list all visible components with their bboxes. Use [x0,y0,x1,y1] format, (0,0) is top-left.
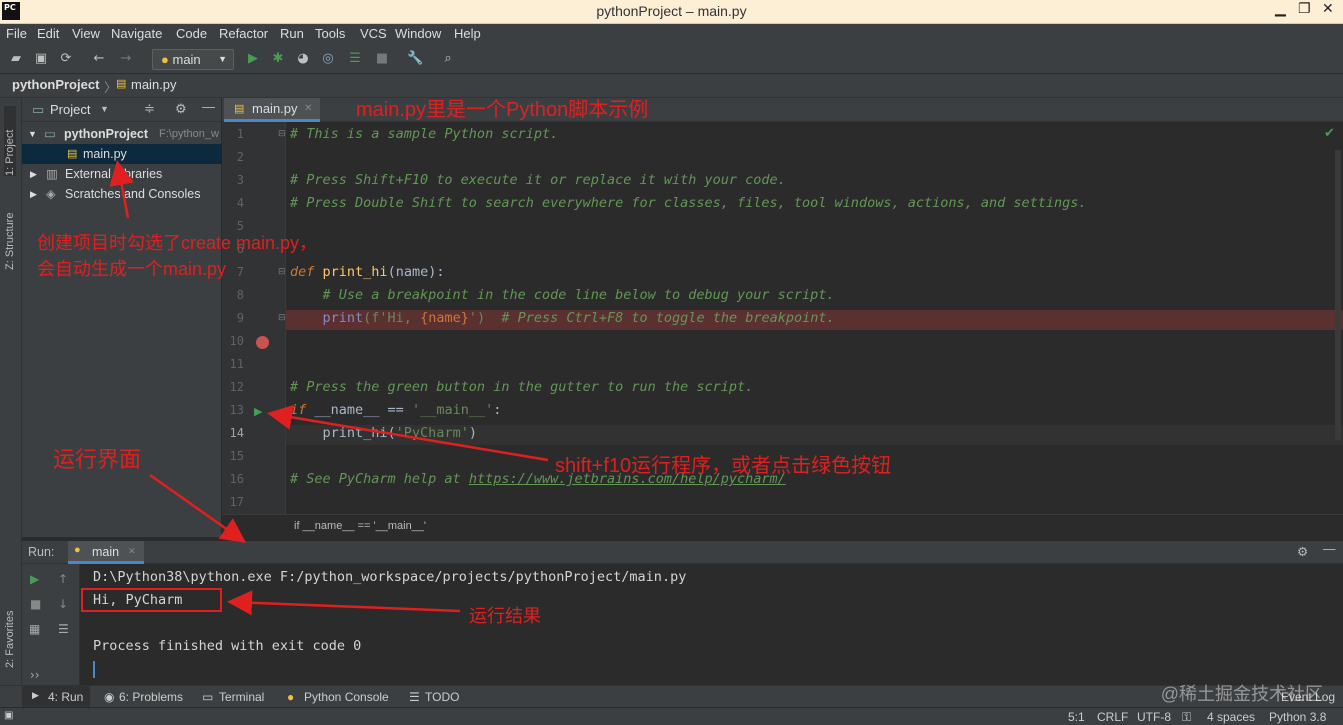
arrow-to-run-gutter [267,404,549,462]
arrow-to-run-panel [149,473,247,543]
annotation-arrows [109,160,549,616]
arrow-to-main-py [109,160,134,219]
arrow-to-run-result [227,590,461,616]
watermark: @稀土掘金技术社区 [1160,684,1323,704]
